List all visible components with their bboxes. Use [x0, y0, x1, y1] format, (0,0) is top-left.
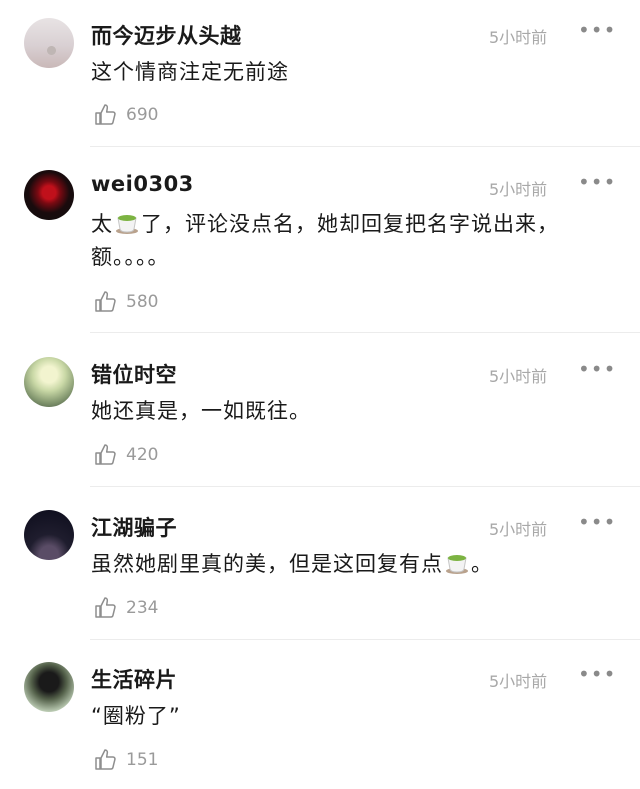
- timestamp: 5小时前: [489, 672, 548, 691]
- like-count: 234: [126, 598, 159, 618]
- like-button[interactable]: 580: [94, 290, 158, 314]
- avatar[interactable]: [24, 510, 74, 560]
- like-count: 151: [126, 750, 159, 770]
- timestamp: 5小时前: [489, 28, 548, 47]
- like-button[interactable]: 234: [94, 596, 158, 620]
- like-count: 420: [126, 445, 159, 465]
- like-count: 690: [126, 105, 159, 125]
- thumbs-up-icon: [95, 749, 116, 770]
- tea-cup-icon: [116, 215, 138, 234]
- divider: [90, 486, 640, 487]
- username[interactable]: 生活碎片: [91, 664, 177, 694]
- avatar[interactable]: [24, 170, 74, 220]
- timestamp: 5小时前: [489, 520, 548, 539]
- avatar[interactable]: [24, 357, 74, 407]
- thumbs-up-icon: [95, 104, 116, 125]
- avatar[interactable]: [24, 662, 74, 712]
- thumbs-up-icon: [95, 444, 116, 465]
- avatar[interactable]: [24, 18, 74, 68]
- comment-item: 而今迈步从头越 5小时前 ••• 这个情商注定无前途 690: [0, 18, 640, 146]
- comment-text: 太了，评论没点名，她却回复把名字说出来，额。。。。: [91, 208, 611, 274]
- like-button[interactable]: 151: [94, 748, 158, 772]
- like-button[interactable]: 690: [94, 103, 158, 127]
- like-button[interactable]: 420: [94, 443, 158, 467]
- comment-item: wei0303 5小时前 ••• 太了，评论没点名，她却回复把名字说出来，额。。…: [0, 170, 640, 330]
- comment-text-part: 虽然她剧里真的美，但是这回复有点: [91, 552, 443, 576]
- more-options-icon[interactable]: •••: [578, 359, 616, 379]
- comment-text-part: 太: [91, 212, 113, 236]
- comment-text: 虽然她剧里真的美，但是这回复有点 。: [91, 548, 611, 581]
- timestamp: 5小时前: [489, 180, 548, 199]
- divider: [90, 639, 640, 640]
- comment-item: 错位时空 5小时前 ••• 她还真是，一如既往。 420: [0, 357, 640, 485]
- comment-item: 生活碎片 5小时前 ••• “圈粉了” 151: [0, 662, 640, 789]
- tea-cup-icon: [446, 555, 468, 574]
- comment-text-part: 了，评论没点名，她却回复把名字说出来，额。。。。: [91, 212, 559, 269]
- username[interactable]: 而今迈步从头越: [91, 20, 242, 50]
- divider: [90, 146, 640, 147]
- more-options-icon[interactable]: •••: [578, 512, 616, 532]
- thumbs-up-icon: [95, 597, 116, 618]
- comment-list: 而今迈步从头越 5小时前 ••• 这个情商注定无前途 690 wei0303 5…: [0, 0, 640, 789]
- comment-item: 江湖骗子 5小时前 ••• 虽然她剧里真的美，但是这回复有点 。 234: [0, 510, 640, 638]
- more-options-icon[interactable]: •••: [578, 172, 616, 192]
- more-options-icon[interactable]: •••: [578, 664, 616, 684]
- thumbs-up-icon: [95, 291, 116, 312]
- comment-text: “圈粉了”: [91, 704, 181, 728]
- comment-text: 她还真是，一如既往。: [91, 399, 311, 423]
- divider: [90, 332, 640, 333]
- username[interactable]: 错位时空: [91, 359, 177, 389]
- comment-text: 这个情商注定无前途: [91, 60, 289, 84]
- timestamp: 5小时前: [489, 367, 548, 386]
- comment-text-part: 。: [471, 552, 493, 576]
- more-options-icon[interactable]: •••: [578, 20, 616, 40]
- username[interactable]: wei0303: [91, 172, 194, 196]
- username[interactable]: 江湖骗子: [91, 512, 177, 542]
- like-count: 580: [126, 292, 159, 312]
